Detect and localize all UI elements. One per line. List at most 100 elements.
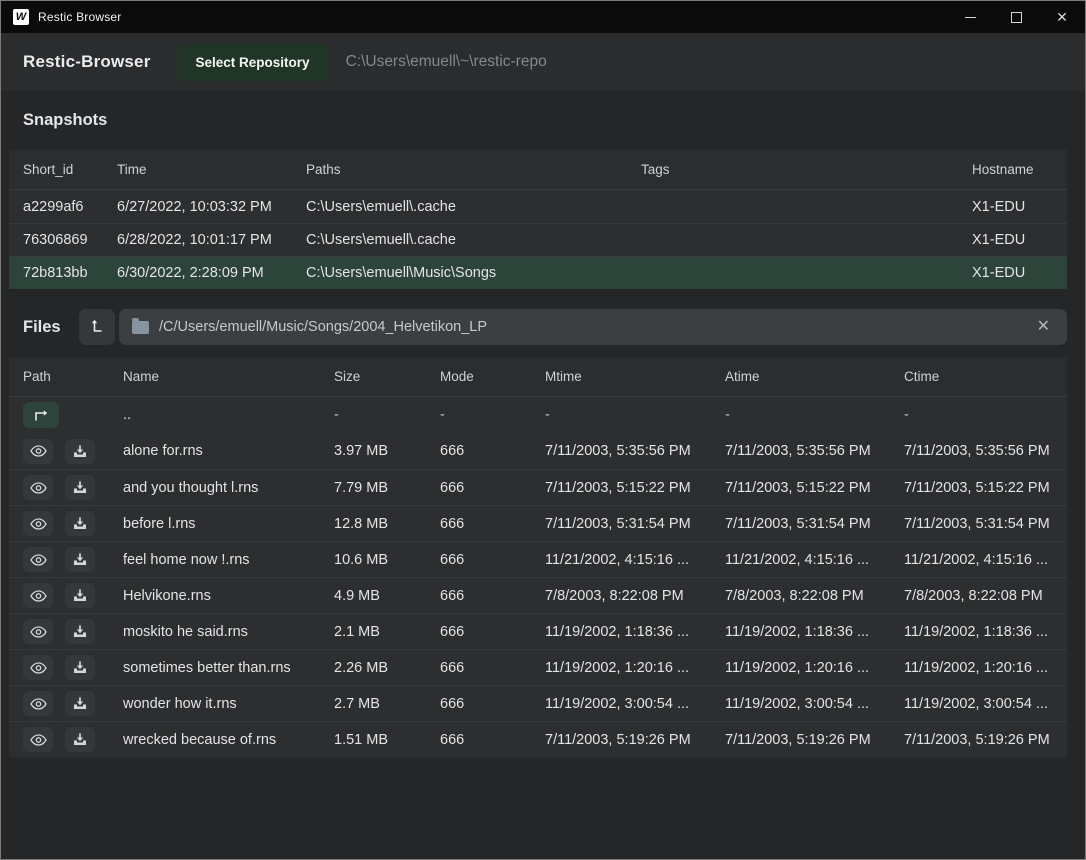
file-size: 12.8 MB: [320, 516, 426, 532]
column-short-id[interactable]: Short_id: [9, 162, 103, 177]
file-name: before l.rns: [109, 516, 320, 532]
file-row[interactable]: feel home now !.rns 10.6 MB 666 11/21/20…: [9, 541, 1067, 577]
file-row[interactable]: Helvikone.rns 4.9 MB 666 7/8/2003, 8:22:…: [9, 577, 1067, 613]
column-mode[interactable]: Mode: [426, 369, 531, 384]
preview-file-button[interactable]: [23, 547, 53, 572]
file-atime: 11/19/2002, 1:18:36 ...: [711, 624, 890, 640]
file-name: wonder how it.rns: [109, 696, 320, 712]
column-mtime[interactable]: Mtime: [531, 369, 711, 384]
download-file-button[interactable]: [65, 583, 95, 608]
column-tags[interactable]: Tags: [627, 162, 958, 177]
snapshot-paths: C:\Users\emuell\.cache: [292, 199, 627, 215]
download-file-button[interactable]: [65, 727, 95, 752]
file-mtime: 11/21/2002, 4:15:16 ...: [531, 552, 711, 568]
snapshot-short-id: 72b813bb: [9, 265, 103, 281]
download-icon: [73, 733, 87, 746]
snapshots-section-header: Snapshots: [1, 91, 1085, 150]
eye-icon: [30, 698, 47, 710]
column-paths[interactable]: Paths: [292, 162, 627, 177]
snapshots-rows: a2299af6 6/27/2022, 10:03:32 PM C:\Users…: [9, 190, 1067, 289]
file-row[interactable]: moskito he said.rns 2.1 MB 666 11/19/200…: [9, 613, 1067, 649]
preview-file-button[interactable]: [23, 475, 53, 500]
file-mtime: 7/11/2003, 5:19:26 PM: [531, 732, 711, 748]
select-repository-button[interactable]: Select Repository: [177, 44, 329, 81]
column-atime[interactable]: Atime: [711, 369, 890, 384]
file-atime: 7/8/2003, 8:22:08 PM: [711, 588, 890, 604]
minimize-button[interactable]: [947, 1, 993, 33]
file-ctime: 7/8/2003, 8:22:08 PM: [890, 588, 1067, 604]
eye-icon: [30, 445, 47, 457]
go-up-button[interactable]: [23, 402, 59, 428]
file-size: 3.97 MB: [320, 443, 426, 459]
preview-file-button[interactable]: [23, 727, 53, 752]
download-file-button[interactable]: [65, 511, 95, 536]
parent-dir-row[interactable]: .. - - - - -: [9, 397, 1067, 433]
repository-path: C:\Users\emuell\~\restic-repo: [346, 53, 547, 71]
app-header: Restic-Browser Select Repository C:\User…: [1, 33, 1085, 91]
download-file-button[interactable]: [65, 691, 95, 716]
file-name: alone for.rns: [109, 443, 320, 459]
snapshot-hostname: X1-EDU: [958, 199, 1067, 215]
file-ctime: -: [890, 407, 1067, 423]
file-row[interactable]: sometimes better than.rns 2.26 MB 666 11…: [9, 649, 1067, 685]
current-path-bar[interactable]: /C/Users/emuell/Music/Songs/2004_Helveti…: [119, 309, 1067, 345]
maximize-button[interactable]: [993, 1, 1039, 33]
download-file-button[interactable]: [65, 475, 95, 500]
file-row[interactable]: before l.rns 12.8 MB 666 7/11/2003, 5:31…: [9, 505, 1067, 541]
file-ctime: 7/11/2003, 5:35:56 PM: [890, 443, 1067, 459]
close-icon: ✕: [1056, 10, 1068, 24]
parent-directory-button[interactable]: [79, 309, 115, 345]
files-table-header: Path Name Size Mode Mtime Atime Ctime: [9, 357, 1067, 397]
close-button[interactable]: ✕: [1039, 1, 1085, 33]
download-file-button[interactable]: [65, 619, 95, 644]
clear-path-icon[interactable]: ✕: [1033, 317, 1054, 337]
empty-area: [1, 757, 1085, 859]
files-table: Path Name Size Mode Mtime Atime Ctime ..…: [9, 357, 1067, 757]
preview-file-button[interactable]: [23, 691, 53, 716]
file-size: 10.6 MB: [320, 552, 426, 568]
download-icon: [73, 661, 87, 674]
files-toolbar: Files /C/Users/emuell/Music/Songs/2004_H…: [9, 305, 1067, 349]
column-name[interactable]: Name: [109, 369, 320, 384]
snapshot-row[interactable]: a2299af6 6/27/2022, 10:03:32 PM C:\Users…: [9, 190, 1067, 223]
file-mtime: 7/11/2003, 5:35:56 PM: [531, 443, 711, 459]
snapshot-row[interactable]: 72b813bb 6/30/2022, 2:28:09 PM C:\Users\…: [9, 256, 1067, 289]
snapshot-row[interactable]: 76306869 6/28/2022, 10:01:17 PM C:\Users…: [9, 223, 1067, 256]
file-row[interactable]: wonder how it.rns 2.7 MB 666 11/19/2002,…: [9, 685, 1067, 721]
preview-file-button[interactable]: [23, 583, 53, 608]
download-file-button[interactable]: [65, 547, 95, 572]
file-atime: 7/11/2003, 5:15:22 PM: [711, 480, 890, 496]
file-mtime: 7/11/2003, 5:15:22 PM: [531, 480, 711, 496]
eye-icon: [30, 518, 47, 530]
restic-browser-window: W Restic Browser ✕ Restic-Browser Select…: [0, 0, 1086, 860]
column-hostname[interactable]: Hostname: [958, 162, 1067, 177]
download-icon: [73, 517, 87, 530]
snapshots-table: Short_id Time Paths Tags Hostname a2299a…: [9, 150, 1067, 289]
file-ctime: 7/11/2003, 5:19:26 PM: [890, 732, 1067, 748]
preview-file-button[interactable]: [23, 439, 53, 464]
download-file-button[interactable]: [65, 655, 95, 680]
file-mode: 666: [426, 516, 531, 532]
download-icon: [73, 625, 87, 638]
preview-file-button[interactable]: [23, 619, 53, 644]
preview-file-button[interactable]: [23, 511, 53, 536]
file-name: moskito he said.rns: [109, 624, 320, 640]
file-ctime: 11/19/2002, 3:00:54 ...: [890, 696, 1067, 712]
file-ctime: 7/11/2003, 5:31:54 PM: [890, 516, 1067, 532]
download-icon: [73, 553, 87, 566]
file-size: 4.9 MB: [320, 588, 426, 604]
file-row[interactable]: and you thought l.rns 7.79 MB 666 7/11/2…: [9, 469, 1067, 505]
download-icon: [73, 445, 87, 458]
eye-icon: [30, 662, 47, 674]
column-ctime[interactable]: Ctime: [890, 369, 1067, 384]
file-mtime: 7/8/2003, 8:22:08 PM: [531, 588, 711, 604]
file-row[interactable]: wrecked because of.rns 1.51 MB 666 7/11/…: [9, 721, 1067, 757]
file-row[interactable]: alone for.rns 3.97 MB 666 7/11/2003, 5:3…: [9, 433, 1067, 469]
wails-app-icon: W: [13, 9, 29, 25]
column-size[interactable]: Size: [320, 369, 426, 384]
column-time[interactable]: Time: [103, 162, 292, 177]
file-atime: -: [711, 407, 890, 423]
column-path[interactable]: Path: [9, 369, 109, 384]
download-file-button[interactable]: [65, 439, 95, 464]
preview-file-button[interactable]: [23, 655, 53, 680]
